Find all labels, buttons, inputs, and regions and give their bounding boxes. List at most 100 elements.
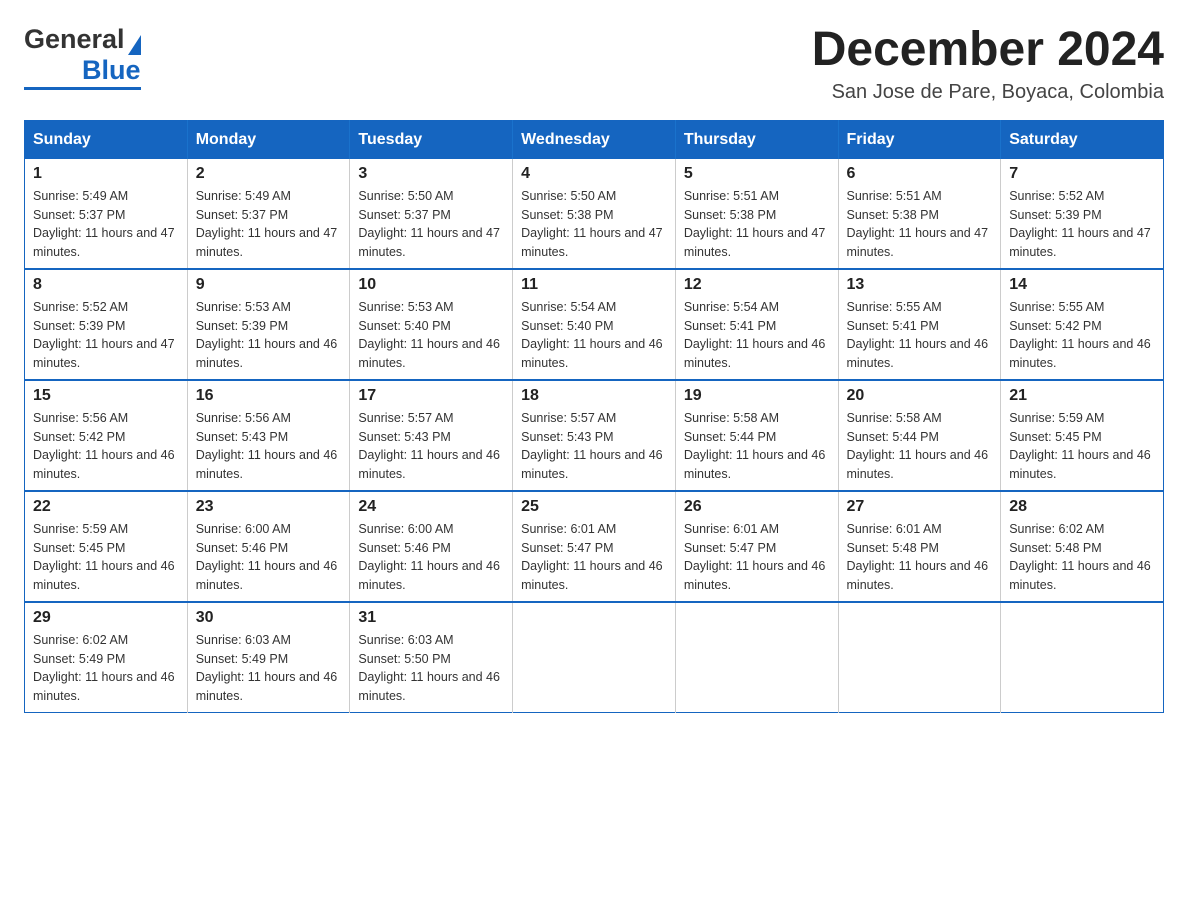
day-number: 28 — [1009, 498, 1155, 516]
weekday-header-friday: Friday — [838, 120, 1001, 159]
weekday-header-saturday: Saturday — [1001, 120, 1164, 159]
calendar-day-cell: 24 Sunrise: 6:00 AMSunset: 5:46 PMDayligh… — [350, 491, 513, 602]
calendar-day-cell — [1001, 602, 1164, 713]
day-number: 23 — [196, 498, 342, 516]
day-number: 22 — [33, 498, 179, 516]
day-number: 19 — [684, 387, 830, 405]
calendar-day-cell: 26Sunrise: 6:01 AMSunset: 5:47 PMDayligh… — [675, 491, 838, 602]
calendar-day-cell: 18 Sunrise: 5:57 AMSunset: 5:43 PMDayligh… — [513, 380, 676, 491]
calendar-day-cell: 9 Sunrise: 5:53 AMSunset: 5:39 PMDaylight… — [187, 269, 350, 380]
day-info: Sunrise: 5:49 AMSunset: 5:37 PMDaylight:… — [33, 187, 179, 262]
calendar-day-cell: 28 Sunrise: 6:02 AMSunset: 5:48 PMDayligh… — [1001, 491, 1164, 602]
day-info: Sunrise: 5:50 AMSunset: 5:37 PMDaylight:… — [358, 187, 504, 262]
day-number: 18 — [521, 387, 667, 405]
weekday-header-thursday: Thursday — [675, 120, 838, 159]
day-number: 20 — [847, 387, 993, 405]
calendar-day-cell: 2Sunrise: 5:49 AMSunset: 5:37 PMDaylight… — [187, 159, 350, 269]
calendar-week-row: 22 Sunrise: 5:59 AMSunset: 5:45 PMDayligh… — [25, 491, 1164, 602]
day-number: 24 — [358, 498, 504, 516]
day-info: Sunrise: 5:49 AMSunset: 5:37 PMDaylight:… — [196, 187, 342, 262]
day-info: Sunrise: 5:57 AMSunset: 5:43 PMDaylight:… — [358, 409, 504, 484]
calendar-table: SundayMondayTuesdayWednesdayThursdayFrid… — [24, 120, 1164, 713]
day-info: Sunrise: 6:01 AMSunset: 5:47 PMDaylight:… — [521, 520, 667, 595]
calendar-day-cell: 10 Sunrise: 5:53 AMSunset: 5:40 PMDayligh… — [350, 269, 513, 380]
day-number: 25 — [521, 498, 667, 516]
day-info: Sunrise: 5:55 AMSunset: 5:42 PMDaylight:… — [1009, 298, 1155, 373]
calendar-day-cell — [675, 602, 838, 713]
logo-general-text: General — [24, 24, 125, 55]
calendar-day-cell: 7 Sunrise: 5:52 AMSunset: 5:39 PMDaylight… — [1001, 159, 1164, 269]
day-number: 7 — [1009, 165, 1155, 183]
calendar-day-cell: 29Sunrise: 6:02 AMSunset: 5:49 PMDayligh… — [25, 602, 188, 713]
calendar-day-cell: 14Sunrise: 5:55 AMSunset: 5:42 PMDayligh… — [1001, 269, 1164, 380]
calendar-week-row: 15 Sunrise: 5:56 AMSunset: 5:42 PMDayligh… — [25, 380, 1164, 491]
logo-triangle-icon — [128, 35, 141, 55]
weekday-header-tuesday: Tuesday — [350, 120, 513, 159]
day-info: Sunrise: 5:50 AMSunset: 5:38 PMDaylight:… — [521, 187, 667, 262]
day-number: 26 — [684, 498, 830, 516]
day-number: 5 — [684, 165, 830, 183]
day-info: Sunrise: 5:54 AMSunset: 5:41 PMDaylight:… — [684, 298, 830, 373]
title-section: December 2024 San Jose de Pare, Boyaca, … — [812, 24, 1164, 104]
calendar-day-cell: 16 Sunrise: 5:56 AMSunset: 5:43 PMDayligh… — [187, 380, 350, 491]
day-number: 1 — [33, 165, 179, 183]
day-info: Sunrise: 5:58 AMSunset: 5:44 PMDaylight:… — [684, 409, 830, 484]
calendar-day-cell: 30 Sunrise: 6:03 AMSunset: 5:49 PMDayligh… — [187, 602, 350, 713]
weekday-header-wednesday: Wednesday — [513, 120, 676, 159]
day-info: Sunrise: 5:55 AMSunset: 5:41 PMDaylight:… — [847, 298, 993, 373]
calendar-week-row: 1 Sunrise: 5:49 AMSunset: 5:37 PMDaylight… — [25, 159, 1164, 269]
calendar-week-row: 29Sunrise: 6:02 AMSunset: 5:49 PMDayligh… — [25, 602, 1164, 713]
calendar-day-cell: 12 Sunrise: 5:54 AMSunset: 5:41 PMDayligh… — [675, 269, 838, 380]
day-number: 4 — [521, 165, 667, 183]
day-info: Sunrise: 5:58 AMSunset: 5:44 PMDaylight:… — [847, 409, 993, 484]
day-info: Sunrise: 6:03 AMSunset: 5:50 PMDaylight:… — [358, 631, 504, 706]
calendar-day-cell: 23 Sunrise: 6:00 AMSunset: 5:46 PMDayligh… — [187, 491, 350, 602]
logo-blue-text: Blue — [82, 55, 141, 86]
day-number: 6 — [847, 165, 993, 183]
calendar-day-cell — [838, 602, 1001, 713]
calendar-day-cell: 17Sunrise: 5:57 AMSunset: 5:43 PMDayligh… — [350, 380, 513, 491]
day-number: 9 — [196, 276, 342, 294]
day-info: Sunrise: 5:59 AMSunset: 5:45 PMDaylight:… — [1009, 409, 1155, 484]
day-info: Sunrise: 5:56 AMSunset: 5:42 PMDaylight:… — [33, 409, 179, 484]
calendar-day-cell: 5Sunrise: 5:51 AMSunset: 5:38 PMDaylight… — [675, 159, 838, 269]
day-info: Sunrise: 5:54 AMSunset: 5:40 PMDaylight:… — [521, 298, 667, 373]
calendar-day-cell: 25 Sunrise: 6:01 AMSunset: 5:47 PMDayligh… — [513, 491, 676, 602]
day-info: Sunrise: 6:00 AMSunset: 5:46 PMDaylight:… — [358, 520, 504, 595]
day-info: Sunrise: 5:52 AMSunset: 5:39 PMDaylight:… — [1009, 187, 1155, 262]
calendar-week-row: 8Sunrise: 5:52 AMSunset: 5:39 PMDaylight… — [25, 269, 1164, 380]
day-info: Sunrise: 5:56 AMSunset: 5:43 PMDaylight:… — [196, 409, 342, 484]
calendar-day-cell: 6 Sunrise: 5:51 AMSunset: 5:38 PMDaylight… — [838, 159, 1001, 269]
day-info: Sunrise: 5:53 AMSunset: 5:40 PMDaylight:… — [358, 298, 504, 373]
day-info: Sunrise: 5:59 AMSunset: 5:45 PMDaylight:… — [33, 520, 179, 595]
weekday-header-monday: Monday — [187, 120, 350, 159]
page-header: General Blue December 2024 San Jose de P… — [24, 24, 1164, 104]
day-number: 8 — [33, 276, 179, 294]
day-info: Sunrise: 5:57 AMSunset: 5:43 PMDaylight:… — [521, 409, 667, 484]
calendar-day-cell: 3 Sunrise: 5:50 AMSunset: 5:37 PMDaylight… — [350, 159, 513, 269]
calendar-day-cell: 1 Sunrise: 5:49 AMSunset: 5:37 PMDaylight… — [25, 159, 188, 269]
day-info: Sunrise: 5:51 AMSunset: 5:38 PMDaylight:… — [847, 187, 993, 262]
weekday-header-sunday: Sunday — [25, 120, 188, 159]
day-info: Sunrise: 5:53 AMSunset: 5:39 PMDaylight:… — [196, 298, 342, 373]
calendar-day-cell: 13Sunrise: 5:55 AMSunset: 5:41 PMDayligh… — [838, 269, 1001, 380]
day-number: 12 — [684, 276, 830, 294]
day-number: 21 — [1009, 387, 1155, 405]
calendar-day-cell: 15 Sunrise: 5:56 AMSunset: 5:42 PMDayligh… — [25, 380, 188, 491]
day-number: 15 — [33, 387, 179, 405]
calendar-day-cell: 21 Sunrise: 5:59 AMSunset: 5:45 PMDayligh… — [1001, 380, 1164, 491]
day-number: 30 — [196, 609, 342, 627]
calendar-day-cell: 31Sunrise: 6:03 AMSunset: 5:50 PMDayligh… — [350, 602, 513, 713]
calendar-day-cell: 4 Sunrise: 5:50 AMSunset: 5:38 PMDaylight… — [513, 159, 676, 269]
logo: General Blue — [24, 24, 141, 90]
calendar-day-cell: 11 Sunrise: 5:54 AMSunset: 5:40 PMDayligh… — [513, 269, 676, 380]
day-number: 16 — [196, 387, 342, 405]
day-info: Sunrise: 6:03 AMSunset: 5:49 PMDaylight:… — [196, 631, 342, 706]
day-info: Sunrise: 6:00 AMSunset: 5:46 PMDaylight:… — [196, 520, 342, 595]
day-info: Sunrise: 6:02 AMSunset: 5:48 PMDaylight:… — [1009, 520, 1155, 595]
day-number: 10 — [358, 276, 504, 294]
calendar-day-cell: 27Sunrise: 6:01 AMSunset: 5:48 PMDayligh… — [838, 491, 1001, 602]
day-number: 11 — [521, 276, 667, 294]
day-number: 3 — [358, 165, 504, 183]
logo-underline — [24, 87, 141, 90]
